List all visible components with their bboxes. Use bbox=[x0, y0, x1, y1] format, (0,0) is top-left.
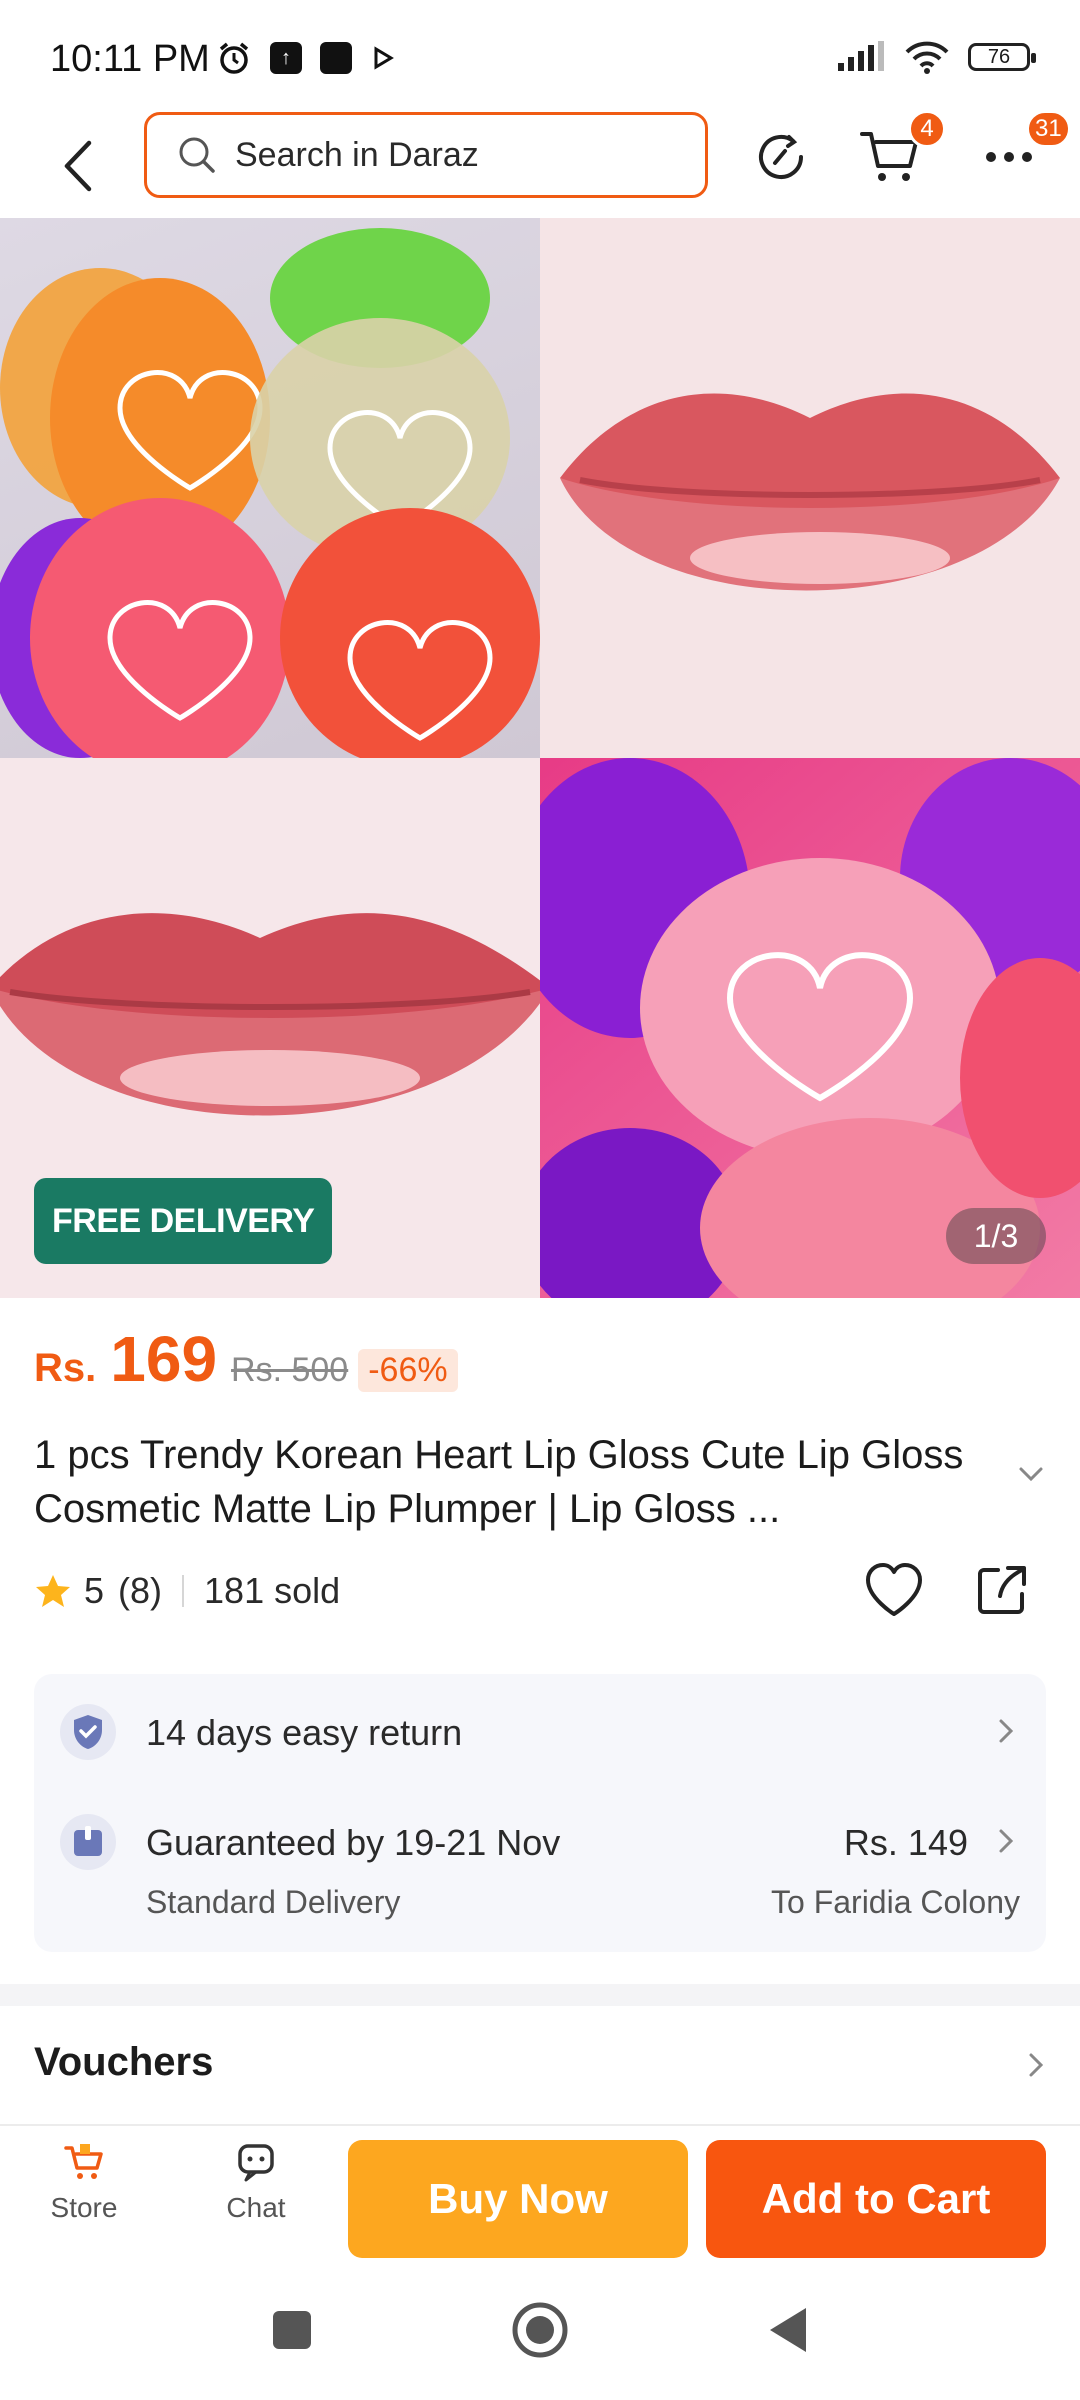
original-price: Rs. 500 bbox=[231, 1351, 349, 1389]
free-delivery-badge: FREE DELIVERY bbox=[34, 1178, 333, 1264]
store-icon bbox=[64, 2144, 103, 2179]
more-button[interactable]: 31 bbox=[974, 110, 1071, 192]
status-bar: 10:11 PM ↑ 76 bbox=[0, 0, 1080, 112]
delivery-price: Rs. 149 bbox=[843, 1822, 968, 1863]
search-placeholder: Search in Daraz bbox=[235, 135, 479, 174]
sold-count: 181 sold bbox=[204, 1570, 341, 1611]
chevron-right-icon bbox=[999, 1719, 1014, 1743]
signal-icon bbox=[838, 41, 884, 71]
upload-icon: ↑ bbox=[270, 42, 302, 74]
history-button[interactable] bbox=[746, 122, 816, 192]
chat-button[interactable]: Chat bbox=[196, 2140, 316, 2224]
image-counter: 1/3 bbox=[946, 1208, 1046, 1264]
product-title: 1 pcs Trendy Korean Heart Lip Gloss Cute… bbox=[34, 1433, 964, 1531]
app-notification-icon bbox=[320, 42, 352, 74]
rating-value: 5 bbox=[84, 1570, 105, 1611]
search-input[interactable]: Search in Daraz bbox=[144, 112, 708, 198]
price-row: Rs. 169 Rs. 500 -66% bbox=[34, 1322, 458, 1396]
chevron-down-icon bbox=[1019, 1467, 1043, 1482]
more-dots-icon bbox=[986, 152, 1032, 162]
review-count: (8) bbox=[118, 1570, 163, 1611]
product-image-lips-1 bbox=[540, 218, 1080, 758]
alarm-icon bbox=[219, 42, 249, 74]
product-image-jars bbox=[0, 218, 540, 758]
square-icon bbox=[273, 2311, 311, 2349]
section-divider bbox=[0, 1984, 1080, 2006]
history-icon bbox=[759, 135, 803, 179]
buy-now-button[interactable]: Buy Now bbox=[348, 2140, 688, 2258]
wishlist-button[interactable] bbox=[864, 1562, 924, 1623]
return-policy-text: 14 days easy return bbox=[146, 1712, 463, 1753]
rating-row[interactable]: 5 (8) 181 sold bbox=[34, 1570, 340, 1612]
cart-count-badge: 4 bbox=[908, 110, 946, 148]
expand-title-button[interactable] bbox=[1018, 1466, 1044, 1487]
circle-icon bbox=[512, 2302, 568, 2358]
status-system-icons: 76 bbox=[836, 40, 1036, 74]
price-value: 169 bbox=[110, 1323, 218, 1395]
star-icon bbox=[36, 1575, 70, 1607]
store-label: Store bbox=[50, 2192, 118, 2223]
chat-label: Chat bbox=[226, 2192, 286, 2223]
system-navigation-bar bbox=[0, 2260, 1080, 2400]
more-count-badge: 31 bbox=[1026, 110, 1071, 148]
back-nav-button[interactable] bbox=[752, 2294, 824, 2366]
chevron-right-icon bbox=[999, 1829, 1014, 1853]
home-button[interactable] bbox=[504, 2294, 576, 2366]
discount-badge: -66% bbox=[358, 1349, 458, 1392]
recents-button[interactable] bbox=[256, 2294, 328, 2366]
cart-button[interactable]: 4 bbox=[856, 110, 946, 192]
share-icon bbox=[978, 1566, 1026, 1614]
chevron-left-icon bbox=[64, 140, 92, 192]
heart-icon bbox=[866, 1563, 922, 1616]
status-notification-icons: ↑ bbox=[216, 40, 396, 76]
chat-icon bbox=[238, 2144, 274, 2182]
status-time: 10:11 PM bbox=[50, 38, 210, 80]
price-currency: Rs. bbox=[34, 1346, 97, 1390]
top-header: Search in Daraz 4 31 bbox=[0, 110, 1080, 218]
store-button[interactable]: Store bbox=[24, 2140, 144, 2224]
play-icon bbox=[374, 46, 394, 70]
delivery-type: Standard Delivery bbox=[146, 1884, 401, 1920]
shield-check-icon bbox=[60, 1704, 116, 1760]
bottom-action-bar: Store Chat Buy Now Add to Cart bbox=[0, 2124, 1080, 2262]
delivery-info-card: 14 days easy return Guaranteed by 19-21 … bbox=[34, 1674, 1046, 1952]
add-to-cart-button[interactable]: Add to Cart bbox=[706, 2140, 1046, 2258]
wifi-icon bbox=[905, 41, 949, 74]
delivery-location: To Faridia Colony bbox=[771, 1884, 1020, 1920]
battery-indicator: 76 bbox=[968, 43, 1036, 71]
package-icon bbox=[60, 1814, 116, 1870]
search-icon bbox=[177, 135, 217, 175]
triangle-back-icon bbox=[770, 2308, 806, 2352]
product-image-gallery[interactable]: FREE DELIVERY 1/3 bbox=[0, 218, 1080, 1298]
divider bbox=[182, 1575, 185, 1607]
back-button[interactable] bbox=[48, 128, 108, 204]
delivery-guarantee-text: Guaranteed by 19-21 Nov bbox=[146, 1822, 561, 1863]
chevron-right-icon[interactable] bbox=[1028, 2052, 1044, 2078]
vouchers-heading[interactable]: Vouchers bbox=[34, 2040, 213, 2085]
share-button[interactable] bbox=[974, 1562, 1030, 1623]
